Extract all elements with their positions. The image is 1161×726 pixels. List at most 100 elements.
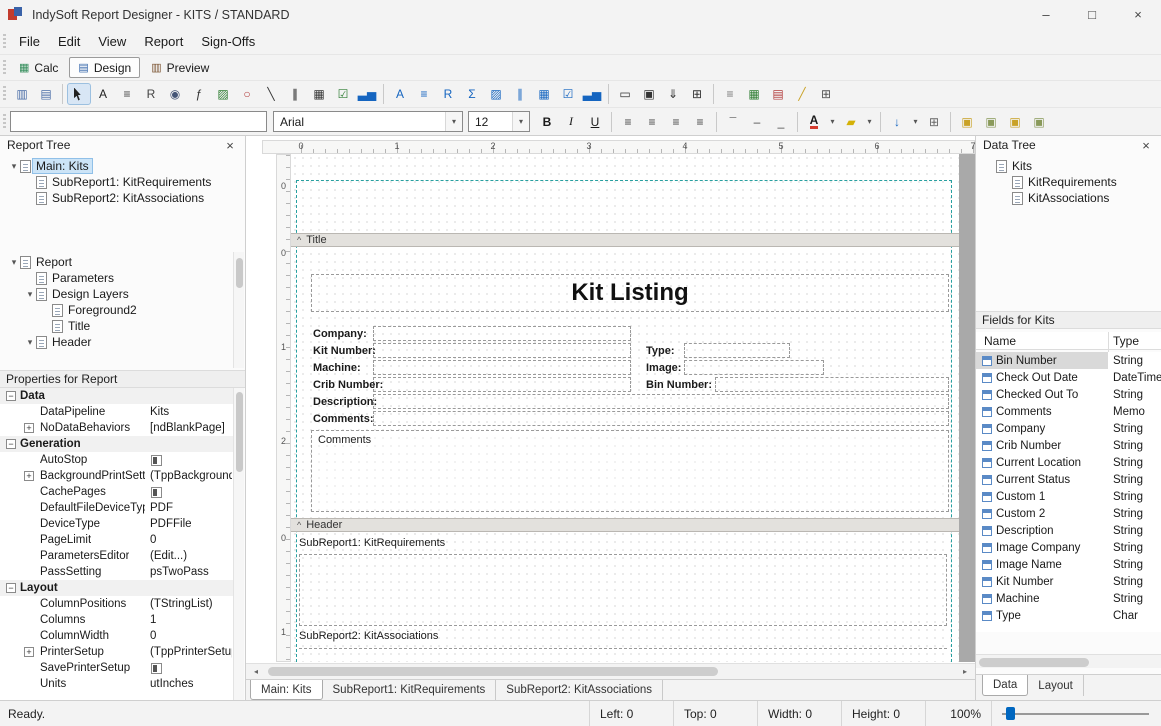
property-row[interactable]: DataPipeline Kits [0, 404, 234, 420]
field-label[interactable]: Image: [646, 362, 681, 374]
systemvariable-tool-icon[interactable]: ◉ [163, 83, 187, 105]
select-tool-icon[interactable] [67, 83, 91, 105]
pagebreak-tool-icon[interactable]: ⇓ [661, 83, 685, 105]
close-icon[interactable]: × [1138, 138, 1154, 153]
property-value[interactable]: (TppPrinterSetup [150, 646, 232, 658]
expand-icon[interactable]: − [6, 439, 16, 449]
panel-tab[interactable]: Data [982, 675, 1028, 696]
bring-to-front-icon[interactable]: ▣ [955, 111, 979, 133]
subreport2-label[interactable]: SubReport2: KitAssociations [299, 630, 438, 642]
property-value[interactable]: PDF [150, 502, 232, 514]
scroll-right-icon[interactable]: ▸ [957, 664, 973, 679]
chevron-icon[interactable]: ▾ [8, 257, 20, 268]
property-value[interactable]: PDFFile [150, 518, 232, 530]
wand-icon[interactable]: ╱ [790, 83, 814, 105]
border-grid-icon[interactable]: ⊞ [922, 111, 946, 133]
move-forward-icon[interactable]: ▣ [1003, 111, 1027, 133]
crosstab-tool-icon[interactable]: ⊞ [685, 83, 709, 105]
highlight-color-button[interactable]: ▰ [839, 111, 863, 133]
dbtext-tool-icon[interactable]: A [388, 83, 412, 105]
data-placeholder-box[interactable] [715, 377, 949, 392]
menu-item[interactable]: Edit [49, 31, 89, 52]
property-value[interactable]: utInches [150, 678, 232, 690]
header-band-strip[interactable]: ^ Header [291, 518, 959, 532]
tree-item[interactable]: SubReport1: KitRequirements [2, 174, 234, 190]
data-placeholder-box[interactable] [373, 343, 631, 358]
subreport2-region[interactable] [299, 648, 947, 649]
Crib Number[interactable]: Crib Number String [976, 437, 1161, 454]
variable-tool-icon[interactable]: ƒ [187, 83, 211, 105]
align-right-icon[interactable]: ≡ [664, 111, 688, 133]
minimize-icon[interactable]: – [1023, 0, 1069, 29]
Check Out Date[interactable]: Check Out Date DateTime [976, 369, 1161, 386]
field-label[interactable]: Kit Number: [313, 345, 376, 357]
property-value[interactable]: psTwoPass [150, 566, 232, 578]
highlight-color-dropdown[interactable]: ▾ [863, 111, 876, 133]
ruler-icon[interactable]: ▥ [10, 83, 34, 105]
scrollbar-thumb[interactable] [268, 667, 718, 676]
report-page[interactable]: ^ Title Kit Listing Company: Kit Number: [291, 154, 959, 662]
property-value[interactable]: 0 [150, 630, 232, 642]
move-backward-icon[interactable]: ▣ [1027, 111, 1051, 133]
report-tab[interactable]: SubReport2: KitAssociations [496, 680, 663, 700]
underline-button[interactable]: U [583, 111, 607, 133]
line-tool-icon[interactable]: ╲ [259, 83, 283, 105]
barcode-tool-icon[interactable]: ∥ [283, 83, 307, 105]
chevron-icon[interactable]: ▾ [8, 161, 20, 172]
richtext-tool-icon[interactable]: R [139, 83, 163, 105]
report-tab[interactable]: SubReport1: KitRequirements [323, 680, 497, 700]
bold-button[interactable]: B [535, 111, 559, 133]
property-row[interactable]: DeviceType PDFFile [0, 516, 234, 532]
data-placeholder-box[interactable] [373, 394, 949, 409]
property-row[interactable]: − Layout [0, 580, 234, 596]
subreport1-label[interactable]: SubReport1: KitRequirements [299, 537, 445, 549]
grid-icon[interactable]: ⊞ [814, 83, 838, 105]
Current Location[interactable]: Current Location String [976, 454, 1161, 471]
Machine[interactable]: Machine String [976, 590, 1161, 607]
property-value[interactable]: Kits [150, 406, 232, 418]
tree-item[interactable]: SubReport2: KitAssociations [2, 190, 234, 206]
valign-top-icon[interactable]: ¯ [721, 111, 745, 133]
checkbox-tool-icon[interactable]: ☑ [331, 83, 355, 105]
property-row[interactable]: + PrinterSetup (TppPrinterSetup [0, 644, 234, 660]
chevron-down-icon[interactable]: ▾ [512, 112, 529, 131]
field-label[interactable]: Machine: [313, 362, 361, 374]
Image Name[interactable]: Image Name String [976, 556, 1161, 573]
band-collapse-icon[interactable]: ^ [297, 520, 301, 530]
data-placeholder-box[interactable] [373, 411, 949, 426]
property-row[interactable]: Columns 1 [0, 612, 234, 628]
menu-item[interactable]: File [10, 31, 49, 52]
title-band-strip[interactable]: ^ Title [291, 233, 959, 247]
Custom 1[interactable]: Custom 1 String [976, 488, 1161, 505]
tree-item[interactable]: ▾ Report [2, 254, 234, 270]
align-justify-icon[interactable]: ≡ [688, 111, 712, 133]
scrollbar[interactable] [233, 252, 244, 368]
slider-track[interactable] [1002, 713, 1149, 715]
property-row[interactable]: + BackgroundPrintSetting (TppBackgroundP [0, 468, 234, 484]
expand-icon[interactable]: − [6, 583, 16, 593]
property-row[interactable]: ColumnPositions (TStringList) [0, 596, 234, 612]
field-label[interactable]: Crib Number: [313, 379, 383, 391]
checkbox[interactable] [151, 487, 162, 498]
Custom 2[interactable]: Custom 2 String [976, 505, 1161, 522]
slider-thumb[interactable] [1006, 707, 1015, 720]
shape-tool-icon[interactable]: ○ [235, 83, 259, 105]
panel-tab[interactable]: Layout [1028, 675, 1084, 696]
field-label[interactable]: Bin Number: [646, 379, 712, 391]
column-name[interactable]: Name [984, 334, 1016, 348]
Bin Number[interactable]: Bin Number String [976, 352, 1161, 369]
property-value[interactable]: (TppBackgroundP [150, 470, 232, 482]
data-placeholder-box[interactable] [373, 360, 631, 375]
property-value[interactable]: [ndBlankPage] [150, 422, 232, 434]
data-placeholder-box[interactable] [684, 360, 824, 375]
align-left-icon[interactable]: ≡ [616, 111, 640, 133]
font-size-select[interactable]: 12 ▾ [468, 111, 530, 132]
maximize-icon[interactable]: □ [1069, 0, 1115, 29]
Company[interactable]: Company String [976, 420, 1161, 437]
font-color-button[interactable]: A [802, 111, 826, 133]
Type[interactable]: Type Char [976, 607, 1161, 624]
property-row[interactable]: AutoStop [0, 452, 234, 468]
chevron-down-icon[interactable]: ▾ [445, 112, 462, 131]
expand-icon[interactable]: + [24, 647, 34, 657]
scrollbar-thumb[interactable] [236, 258, 243, 288]
